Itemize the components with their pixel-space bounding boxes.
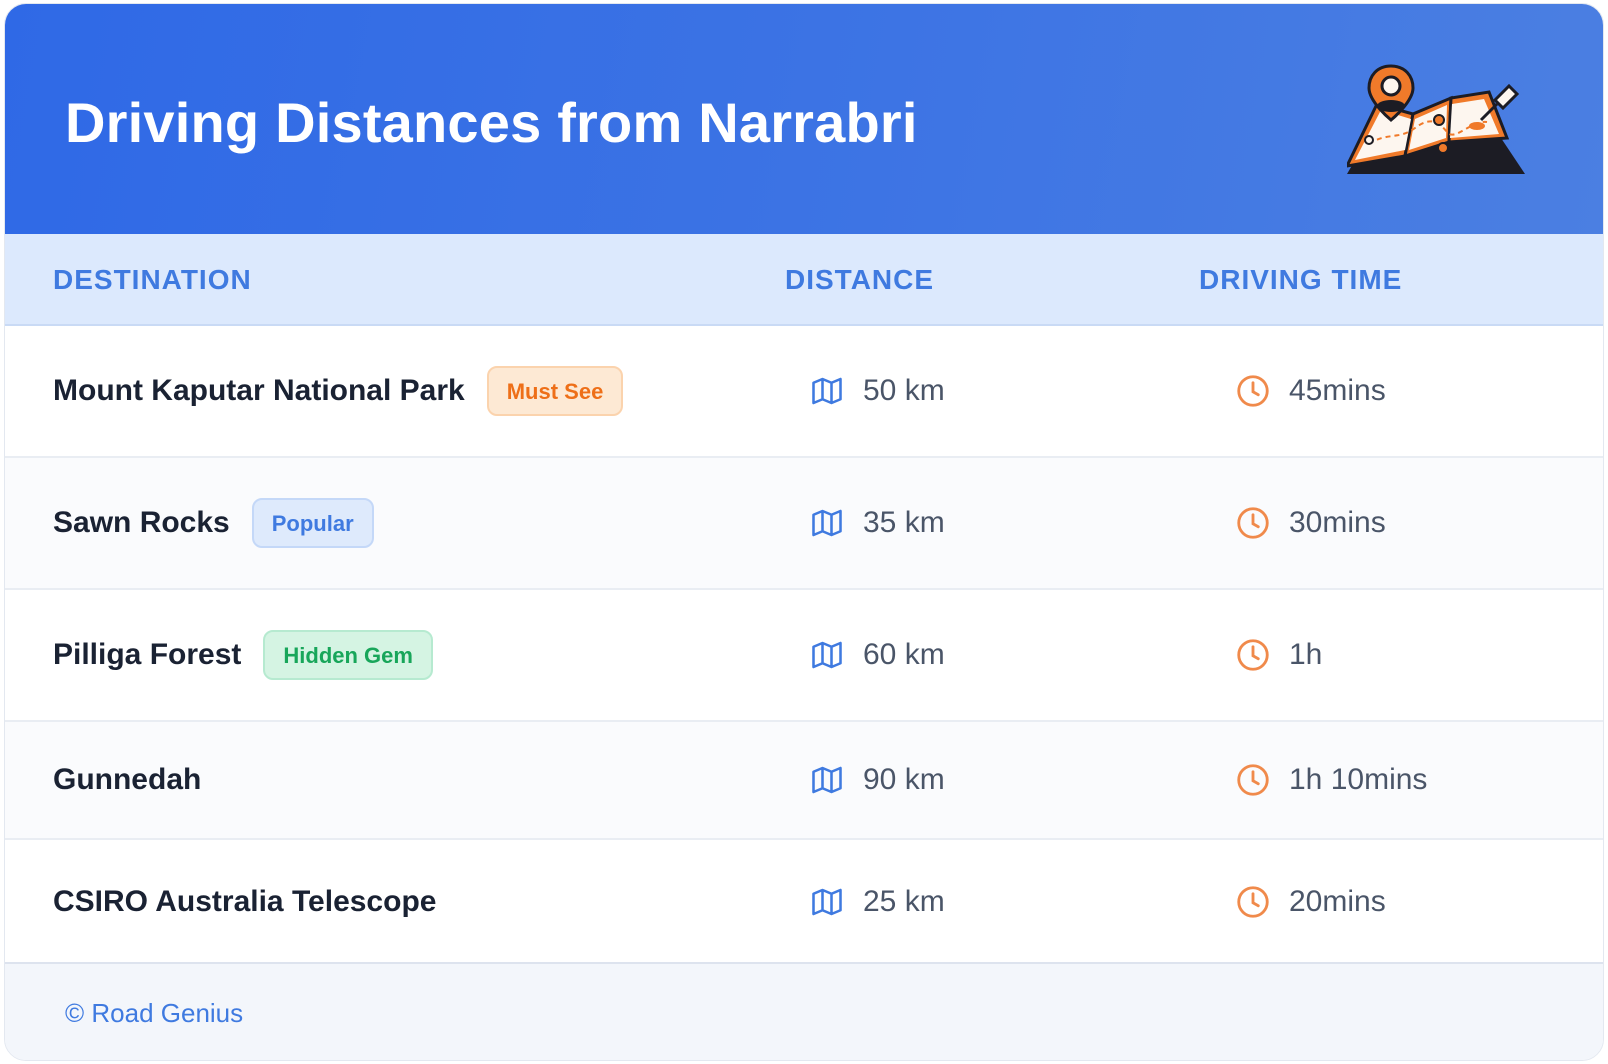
column-header-destination: DESTINATION <box>53 264 252 295</box>
table-row: Sawn Rocks Popular 35 km 30mins <box>5 458 1603 590</box>
destination-name: Sawn Rocks <box>53 506 230 539</box>
time-cell: 20mins <box>1235 840 1386 964</box>
map-icon <box>812 377 842 405</box>
distance-value: 25 km <box>863 885 945 918</box>
map-icon <box>812 509 842 537</box>
distance-cell: 25 km <box>809 840 945 964</box>
card-footer: © Road Genius <box>5 962 1603 1060</box>
column-header-driving-time: DRIVING TIME <box>1199 264 1403 295</box>
map-icon <box>812 641 842 669</box>
distance-value: 90 km <box>863 763 945 796</box>
clock-icon <box>1237 764 1269 796</box>
time-cell: 1h 10mins <box>1235 722 1427 838</box>
popular-badge: Popular <box>251 498 374 548</box>
destination-cell: Mount Kaputar National Park Must See <box>53 326 624 456</box>
table-row: Mount Kaputar National Park Must See 50 … <box>5 326 1603 458</box>
time-value: 20mins <box>1289 885 1386 918</box>
table-row: CSIRO Australia Telescope 25 km 20mins <box>5 840 1603 964</box>
hidden-gem-badge: Hidden Gem <box>263 630 433 680</box>
distance-cell: 35 km <box>809 458 945 588</box>
destination-cell: Sawn Rocks Popular <box>53 458 374 588</box>
must-see-badge: Must See <box>486 366 624 416</box>
destination-name: CSIRO Australia Telescope <box>53 885 437 918</box>
clock-icon <box>1237 639 1269 671</box>
destination-name: Pilliga Forest <box>53 638 242 671</box>
distance-value: 60 km <box>863 638 945 671</box>
page-title: Driving Distances from Narrabri <box>65 91 918 154</box>
time-cell: 30mins <box>1235 458 1386 588</box>
table-row: Gunnedah 90 km 1h 10mins <box>5 722 1603 840</box>
clock-icon <box>1237 507 1269 539</box>
destination-name: Gunnedah <box>53 763 202 796</box>
clock-icon <box>1237 886 1269 918</box>
table-header-row: DESTINATION DISTANCE DRIVING TIME <box>5 234 1603 326</box>
map-icon <box>812 766 842 794</box>
distance-cell: 90 km <box>809 722 945 838</box>
clock-icon <box>1237 375 1269 407</box>
distance-value: 50 km <box>863 374 945 407</box>
column-header-distance: DISTANCE <box>785 264 935 295</box>
destination-name: Mount Kaputar National Park <box>53 374 465 407</box>
distance-table-card: Driving Distances from Narrabri DESTINAT… <box>4 3 1604 1061</box>
table-row: Pilliga Forest Hidden Gem 60 km 1h <box>5 590 1603 722</box>
time-value: 30mins <box>1289 506 1386 539</box>
copyright-credit: © Road Genius <box>65 998 244 1028</box>
time-cell: 1h <box>1235 590 1322 720</box>
destination-cell: CSIRO Australia Telescope <box>53 840 436 964</box>
time-value: 1h <box>1289 638 1323 671</box>
destination-cell: Gunnedah <box>53 722 201 838</box>
destination-cell: Pilliga Forest Hidden Gem <box>53 590 433 720</box>
card-header: Driving Distances from Narrabri <box>5 4 1603 234</box>
distance-value: 35 km <box>863 506 945 539</box>
time-value: 1h 10mins <box>1289 763 1428 796</box>
time-value: 45mins <box>1289 374 1386 407</box>
map-icon <box>812 888 842 916</box>
map-with-location-pin-illustration <box>1347 64 1525 174</box>
distance-cell: 60 km <box>809 590 945 720</box>
distance-cell: 50 km <box>809 326 945 456</box>
time-cell: 45mins <box>1235 326 1386 456</box>
